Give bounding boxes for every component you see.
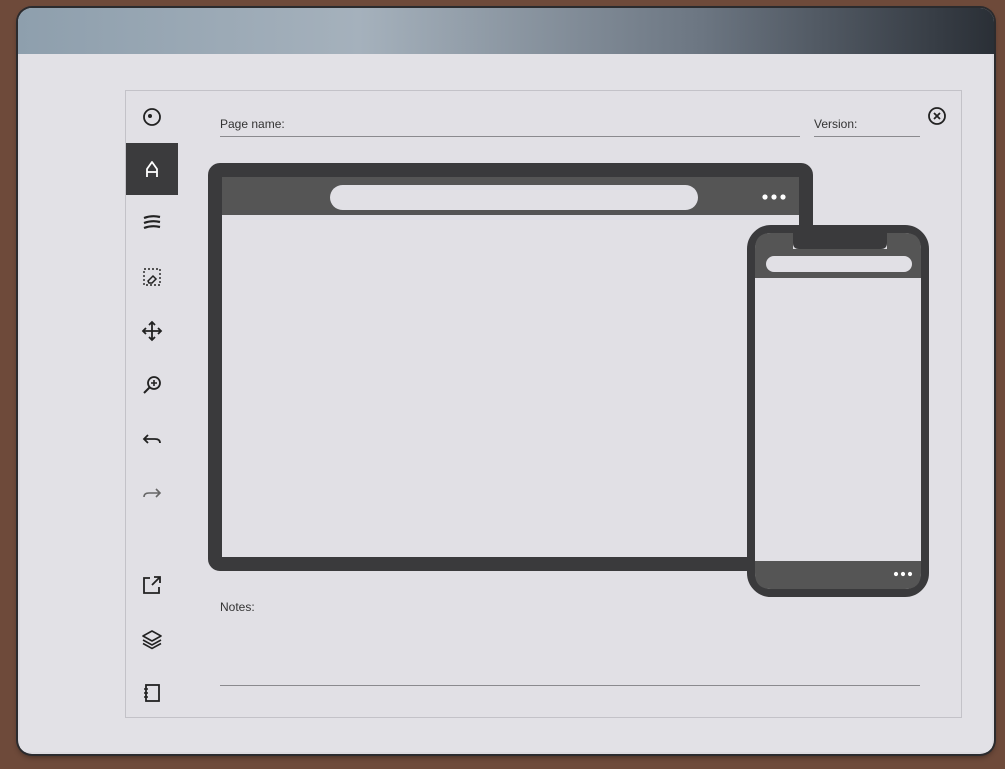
export-button[interactable] [126, 559, 178, 611]
phone-notch [793, 229, 887, 249]
desktop-menu-dot [771, 194, 777, 200]
zoom-in-icon [143, 376, 161, 394]
close-button[interactable] [926, 105, 948, 127]
toolbar [126, 91, 178, 717]
version-underline [814, 136, 920, 137]
screen: Page name: Version: Notes: [20, 54, 992, 752]
pen-icon [146, 161, 158, 177]
undo-icon [142, 434, 161, 444]
template-sheet: Page name: Version: Notes: [125, 90, 962, 718]
redo-icon [143, 488, 162, 498]
phone-menu-dot [907, 571, 913, 577]
notes-label: Notes: [220, 600, 255, 614]
phone-menu-dot [893, 571, 899, 577]
version-label: Version: [814, 117, 858, 131]
device-top-bezel [18, 8, 994, 54]
menu-icon [143, 108, 161, 126]
phone-menu-dot [900, 571, 906, 577]
notes-underline [220, 685, 920, 686]
brush-tool-button[interactable] [126, 197, 178, 249]
page-name-underline [220, 136, 800, 137]
layers-icon [142, 630, 162, 650]
desktop-menu-dot [780, 194, 786, 200]
desktop-browser-frame [208, 163, 813, 571]
move-tool-button[interactable] [126, 305, 178, 357]
phone-frame [747, 225, 929, 597]
export-icon [143, 576, 161, 594]
menu-button[interactable] [126, 91, 178, 143]
close-circle-icon [928, 107, 946, 125]
phone-address-bar [766, 256, 912, 272]
pen-tool-button[interactable] [126, 143, 178, 195]
desktop-address-bar [330, 185, 698, 210]
page-name-label: Page name: [220, 117, 285, 131]
notebook-icon [144, 684, 160, 702]
move-icon [141, 320, 163, 342]
desktop-menu-dot [762, 194, 768, 200]
layers-button[interactable] [126, 613, 178, 665]
selection-eraser-button[interactable] [126, 251, 178, 303]
notebook-button[interactable] [126, 667, 178, 719]
device-mockup [208, 163, 933, 603]
undo-button[interactable] [126, 413, 178, 465]
zoom-tool-button[interactable] [126, 359, 178, 411]
brush-stroke-icon [143, 215, 161, 230]
redo-button[interactable] [126, 467, 178, 519]
selection-eraser-icon [143, 268, 161, 286]
tablet-device: Page name: Version: Notes: [18, 8, 994, 754]
